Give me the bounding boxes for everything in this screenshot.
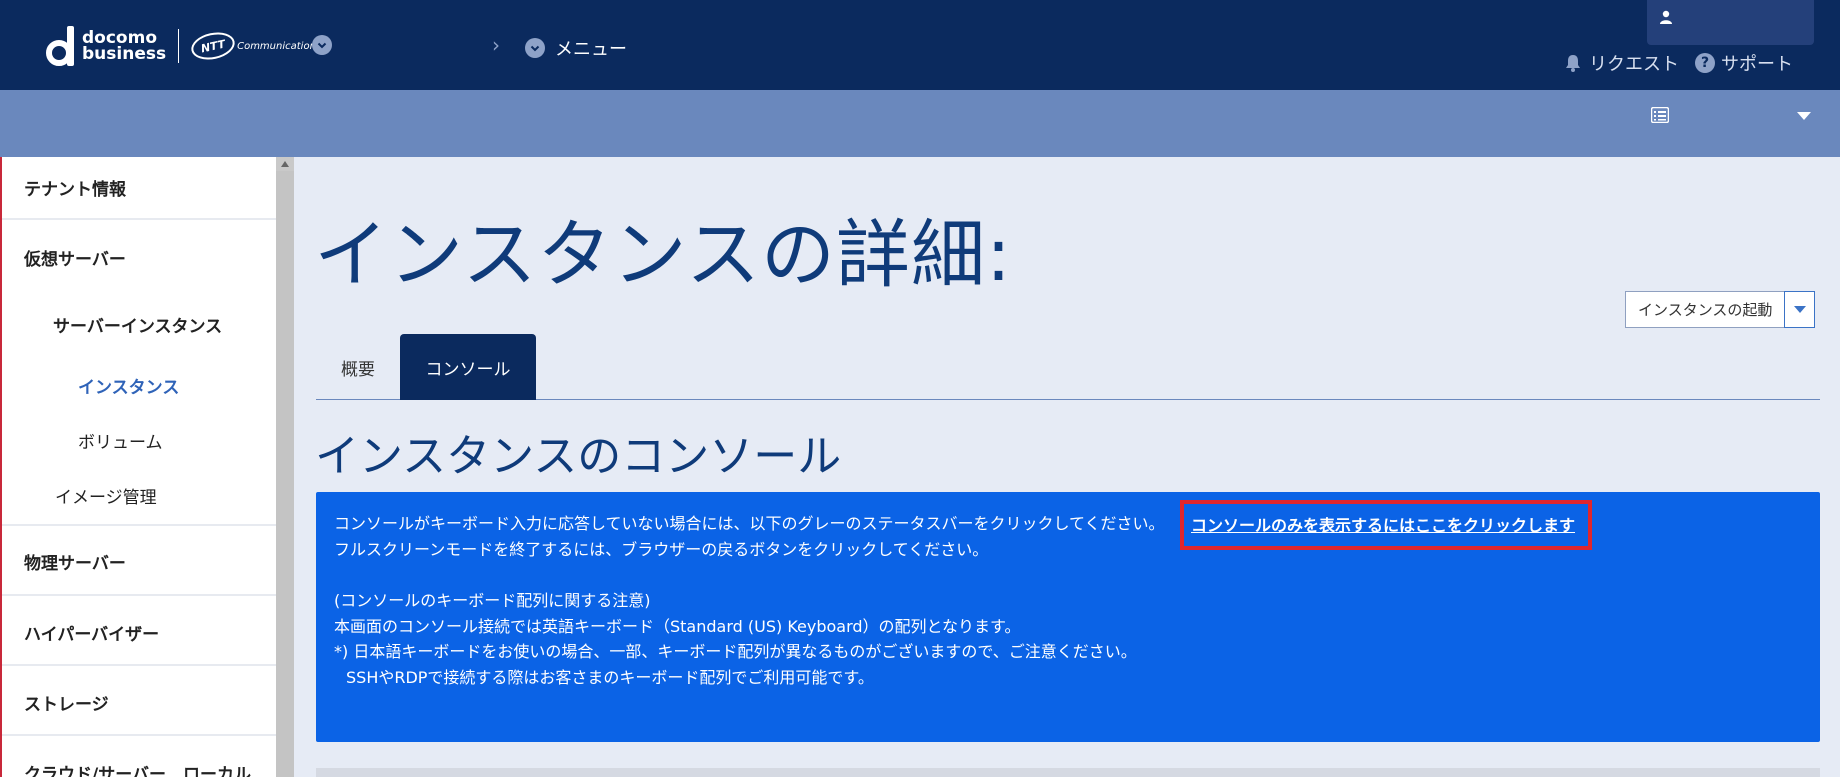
info-line-keyboard-layout: 本画面のコンソール接続では英語キーボード（Standard (US) Keybo… [334, 617, 1021, 636]
main-content: インスタンスの詳細: インスタンスの起動 概要 コンソール インスタンスのコンソ… [294, 157, 1840, 777]
info-line-japanese-keyboard: *) 日本語キーボードをお使いの場合、一部、キーボード配列が異なるものがございま… [334, 642, 1137, 661]
support-label: サポート [1721, 54, 1793, 75]
caret-down-icon[interactable] [1797, 112, 1811, 120]
tab-console[interactable]: コンソール [400, 334, 536, 400]
sidebar-divider [2, 218, 276, 220]
sidebar-item-image-management[interactable]: イメージ管理 [2, 483, 276, 508]
chevron-right-icon: › [492, 33, 500, 57]
chevron-down-icon[interactable] [312, 35, 332, 55]
question-icon: ? [1695, 53, 1715, 73]
launch-instance-dropdown[interactable] [1784, 291, 1816, 328]
section-title: インスタンスのコンソール [315, 431, 842, 482]
sidebar-divider [2, 734, 276, 736]
launch-instance-button-group: インスタンスの起動 [1625, 291, 1816, 328]
ntt-oval-mark: NTT [188, 28, 238, 64]
info-line-status-bar: コンソールがキーボード入力に応答していない場合には、以下のグレーのステータスバー… [334, 514, 1165, 533]
sidebar-item-physical-server[interactable]: 物理サーバー [2, 549, 276, 574]
chevron-down-icon [525, 38, 545, 58]
brand-logo[interactable]: docomo business NTT Communications [46, 26, 321, 66]
info-line-ssh-rdp: SSHやRDPで接続する際はお客さまのキーボード配列でご利用可能です。 [346, 668, 874, 687]
scrollbar-track[interactable] [276, 171, 294, 777]
sidebar-item-hypervisor[interactable]: ハイパーバイザー [2, 620, 276, 645]
docomo-d-mark [46, 26, 74, 66]
sidebar-item-virtual-server[interactable]: 仮想サーバー [2, 245, 276, 270]
logo-business-text: business [82, 44, 167, 64]
menu-label: メニュー [555, 39, 627, 60]
sidebar-item-storage[interactable]: ストレージ [2, 690, 276, 715]
user-icon [1660, 10, 1672, 24]
sidebar-item-instances[interactable]: インスタンス [2, 373, 276, 398]
sidebar-divider [2, 594, 276, 596]
top-header: docomo business NTT Communications › メニュ… [0, 0, 1840, 90]
docomo-business-wordmark: docomo business [82, 30, 167, 64]
launch-instance-button[interactable]: インスタンスの起動 [1625, 291, 1785, 328]
ntt-communications-text: Communications [237, 40, 322, 52]
sidebar-nav: テナント情報 仮想サーバー サーバーインスタンス インスタンス ボリューム イメ… [0, 157, 276, 777]
list-icon[interactable] [1651, 107, 1669, 123]
menu-dropdown[interactable]: メニュー [525, 35, 627, 61]
info-line-keyboard-note-title: (コンソールのキーボード配列に関する注意) [334, 591, 651, 610]
console-status-bar[interactable] [316, 768, 1820, 777]
request-label: リクエスト [1589, 54, 1679, 75]
sidebar-divider [2, 664, 276, 666]
scroll-up-arrow-icon[interactable] [281, 161, 289, 167]
sidebar-scrollbar[interactable] [276, 157, 294, 777]
sidebar-divider [2, 524, 276, 526]
tab-overview[interactable]: 概要 [316, 334, 400, 400]
sidebar-item-tenant[interactable]: テナント情報 [2, 175, 276, 200]
bell-icon [1563, 53, 1583, 73]
sidebar-item-server-instance[interactable]: サーバーインスタンス [2, 312, 276, 337]
caret-down-icon [1793, 306, 1806, 313]
request-link[interactable]: リクエスト [1563, 50, 1679, 76]
info-line-fullscreen: フルスクリーンモードを終了するには、ブラウザーの戻るボタンをクリックしてください… [334, 540, 989, 559]
user-menu-button[interactable] [1647, 0, 1814, 45]
detail-tabs: 概要 コンソール [316, 334, 1820, 400]
console-only-link[interactable]: コンソールのみを表示するにはここをクリックします [1191, 512, 1575, 536]
console-info-box: コンソールがキーボード入力に応答していない場合には、以下のグレーのステータスバー… [316, 492, 1820, 742]
page-title: インスタンスの詳細: [314, 212, 1012, 298]
support-link[interactable]: ? サポート [1695, 50, 1793, 76]
logo-separator [178, 29, 180, 63]
ntt-communications-logo: NTT Communications [188, 28, 322, 64]
sidebar-item-cloud-server-local[interactable]: クラウド/サーバー ローカル [2, 760, 276, 777]
sub-header-bar [0, 90, 1840, 157]
sidebar-item-volumes[interactable]: ボリューム [2, 428, 276, 453]
